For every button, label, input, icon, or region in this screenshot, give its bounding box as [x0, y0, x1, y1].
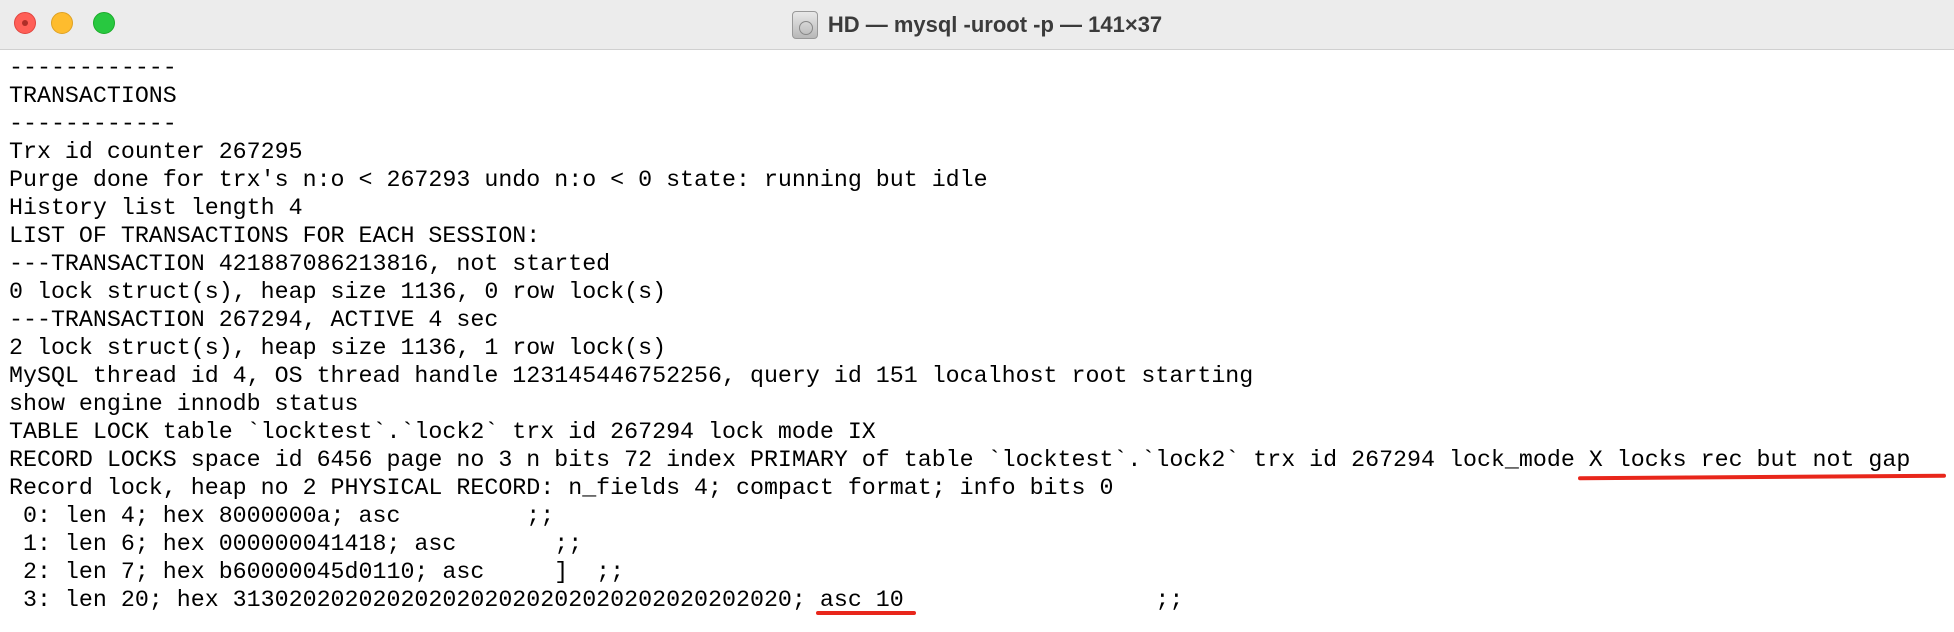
terminal-line: 2 lock struct(s), heap size 1136, 1 row … [9, 335, 667, 361]
terminal-line: MySQL thread id 4, OS thread handle 1231… [9, 363, 1254, 389]
terminal-line: 0 lock struct(s), heap size 1136, 0 row … [9, 279, 667, 305]
red-underline-asc-value [816, 611, 916, 615]
terminal-line: TABLE LOCK table `locktest`.`lock2` trx … [9, 419, 876, 445]
terminal-line: ------------ [9, 111, 177, 137]
terminal-line: History list length 4 [9, 195, 303, 221]
title-bar[interactable]: HD — mysql -uroot -p — 141×37 [0, 0, 1954, 50]
terminal-line: Trx id counter 267295 [9, 139, 303, 165]
terminal-line: TRANSACTIONS [9, 83, 177, 109]
hard-disk-icon [791, 11, 818, 39]
terminal-line: 2: len 7; hex b60000045d0110; asc ] ;; [9, 559, 625, 585]
terminal-line: 3: len 20; hex 3130202020202020202020202… [9, 587, 1184, 613]
terminal-line: LIST OF TRANSACTIONS FOR EACH SESSION: [9, 223, 541, 249]
terminal-line: show engine innodb status [9, 391, 359, 417]
window-title: HD — mysql -uroot -p — 141×37 [0, 0, 1954, 50]
terminal-line: ------------ [9, 55, 177, 81]
terminal-line: ---TRANSACTION 267294, ACTIVE 4 sec [9, 307, 499, 333]
terminal-line: RECORD LOCKS space id 6456 page no 3 n b… [9, 447, 1911, 473]
terminal-output[interactable]: ------------ TRANSACTIONS ------------ Trx … [9, 54, 1910, 614]
terminal-line: Purge done for trx's n:o < 267293 undo n… [9, 167, 988, 193]
terminal-line: ---TRANSACTION 421887086213816, not star… [9, 251, 611, 277]
terminal-line: 1: len 6; hex 000000041418; asc ;; [9, 531, 583, 557]
terminal-line: 0: len 4; hex 8000000a; asc ;; [9, 503, 555, 529]
window-title-text: HD — mysql -uroot -p — 141×37 [827, 12, 1163, 37]
